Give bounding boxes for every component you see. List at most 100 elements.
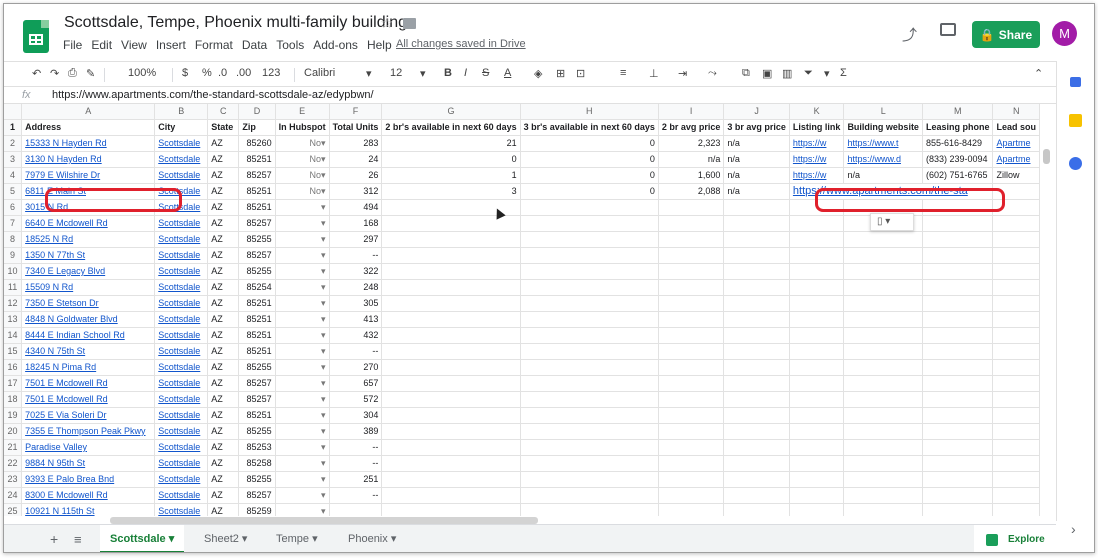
filter-icon[interactable]: ⏷	[804, 67, 813, 80]
table-cell[interactable]: AZ	[207, 407, 240, 424]
clipboard-icon[interactable]: ▯	[877, 216, 883, 227]
dropdown-arrow-icon[interactable]: ▾	[321, 504, 326, 516]
table-cell[interactable]	[723, 311, 790, 328]
comments-icon[interactable]	[940, 23, 956, 36]
chevron-down-icon[interactable]: ▾	[309, 533, 318, 545]
table-cell[interactable]	[520, 359, 659, 376]
bold-icon[interactable]: B	[444, 67, 452, 79]
column-header-d[interactable]: D	[238, 104, 276, 120]
row-header[interactable]: 13	[4, 311, 23, 328]
table-cell[interactable]	[992, 263, 1040, 280]
table-cell[interactable]	[658, 343, 725, 360]
table-cell[interactable]	[381, 455, 521, 472]
dropdown-arrow-icon[interactable]: ▾	[321, 136, 326, 151]
table-cell[interactable]: https://w	[789, 167, 845, 184]
table-cell[interactable]: 0	[381, 151, 521, 168]
table-cell[interactable]: Scottsdale	[154, 151, 209, 168]
comment-insert-icon[interactable]: ▣	[762, 67, 772, 80]
table-cell[interactable]	[789, 423, 845, 440]
table-cell[interactable]	[381, 375, 521, 392]
table-cell[interactable]	[723, 471, 790, 488]
table-cell[interactable]: Scottsdale	[154, 327, 209, 344]
sheet-tab-scottsdale[interactable]: Scottsdale ▾	[100, 525, 185, 552]
table-cell[interactable]: 26	[329, 167, 383, 184]
table-cell[interactable]	[723, 343, 790, 360]
table-cell[interactable]: 3	[381, 183, 521, 200]
table-cell[interactable]	[723, 215, 790, 232]
table-cell[interactable]: 7501 E Mcdowell Rd	[21, 391, 156, 408]
collapse-toolbar-icon[interactable]: ⌃	[1034, 67, 1043, 80]
table-cell[interactable]: ▾	[275, 199, 330, 216]
table-cell[interactable]	[843, 375, 923, 392]
sheet-tab-phoenix[interactable]: Phoenix ▾	[338, 525, 406, 552]
explore-button[interactable]: Explore	[974, 525, 1056, 552]
table-cell[interactable]	[843, 311, 923, 328]
table-cell[interactable]	[992, 279, 1040, 296]
table-cell[interactable]: ▾	[275, 375, 330, 392]
dropdown-arrow-icon[interactable]: ▾	[321, 168, 326, 183]
table-cell[interactable]: 85257	[238, 247, 276, 264]
table-cell[interactable]: 85260	[238, 135, 276, 152]
table-cell[interactable]: Scottsdale	[154, 135, 209, 152]
table-cell[interactable]: 7979 E Wilshire Dr	[21, 167, 156, 184]
table-cell[interactable]: AZ	[207, 487, 240, 504]
chevron-down-icon[interactable]: ▾	[388, 533, 397, 545]
row-header[interactable]: 17	[4, 375, 23, 392]
table-cell[interactable]	[723, 375, 790, 392]
table-cell[interactable]: 18525 N Rd	[21, 231, 156, 248]
table-cell[interactable]: 322	[329, 263, 383, 280]
table-cell[interactable]: n/a	[723, 135, 790, 152]
table-cell[interactable]: --	[329, 455, 383, 472]
column-title[interactable]: Leasing phone	[922, 119, 994, 136]
table-cell[interactable]	[789, 311, 845, 328]
table-cell[interactable]	[723, 391, 790, 408]
table-cell[interactable]	[520, 407, 659, 424]
column-title[interactable]: Total Units	[329, 119, 383, 136]
font-size-select[interactable]: 12	[390, 67, 402, 79]
align-left-icon[interactable]: ≡	[620, 67, 626, 79]
table-cell[interactable]	[520, 231, 659, 248]
table-cell[interactable]	[992, 215, 1040, 232]
column-title[interactable]: In Hubspot	[275, 119, 330, 136]
table-cell[interactable]	[723, 487, 790, 504]
chevron-down-icon[interactable]: ▾	[885, 216, 890, 227]
table-cell[interactable]	[381, 487, 521, 504]
sheet-tab-tempe[interactable]: Tempe ▾	[266, 525, 328, 552]
folder-icon[interactable]	[403, 18, 416, 29]
table-cell[interactable]: --	[329, 487, 383, 504]
table-cell[interactable]	[520, 279, 659, 296]
increase-decimal-button[interactable]: .00	[236, 67, 251, 79]
decrease-decimal-button[interactable]: .0	[218, 67, 227, 79]
redo-icon[interactable]: ↷	[50, 67, 59, 80]
row-header[interactable]: 19	[4, 407, 23, 424]
row-header[interactable]: 15	[4, 343, 23, 360]
table-cell[interactable]: Scottsdale	[154, 247, 209, 264]
table-cell[interactable]	[843, 487, 923, 504]
table-cell[interactable]: ▾	[275, 439, 330, 456]
menu-item-insert[interactable]: Insert	[156, 38, 186, 52]
table-cell[interactable]: Scottsdale	[154, 279, 209, 296]
table-cell[interactable]: ▾	[275, 279, 330, 296]
table-cell[interactable]	[381, 247, 521, 264]
row-header[interactable]: 23	[4, 471, 23, 488]
table-cell[interactable]	[843, 359, 923, 376]
table-cell[interactable]	[789, 359, 845, 376]
table-cell[interactable]	[789, 231, 845, 248]
table-cell[interactable]	[922, 263, 994, 280]
table-cell[interactable]	[723, 407, 790, 424]
table-cell[interactable]	[658, 295, 725, 312]
column-header-m[interactable]: M	[922, 104, 994, 120]
table-cell[interactable]: 248	[329, 279, 383, 296]
table-cell[interactable]: 85251	[238, 295, 276, 312]
table-cell[interactable]	[789, 391, 845, 408]
table-cell[interactable]	[520, 439, 659, 456]
table-cell[interactable]	[922, 375, 994, 392]
table-cell[interactable]: 304	[329, 407, 383, 424]
table-cell[interactable]: 0	[520, 183, 659, 200]
table-cell[interactable]	[723, 455, 790, 472]
column-header-g[interactable]: G	[381, 104, 521, 120]
table-cell[interactable]: 85251	[238, 199, 276, 216]
table-cell[interactable]	[922, 311, 994, 328]
table-cell[interactable]	[992, 423, 1040, 440]
table-cell[interactable]: 572	[329, 391, 383, 408]
